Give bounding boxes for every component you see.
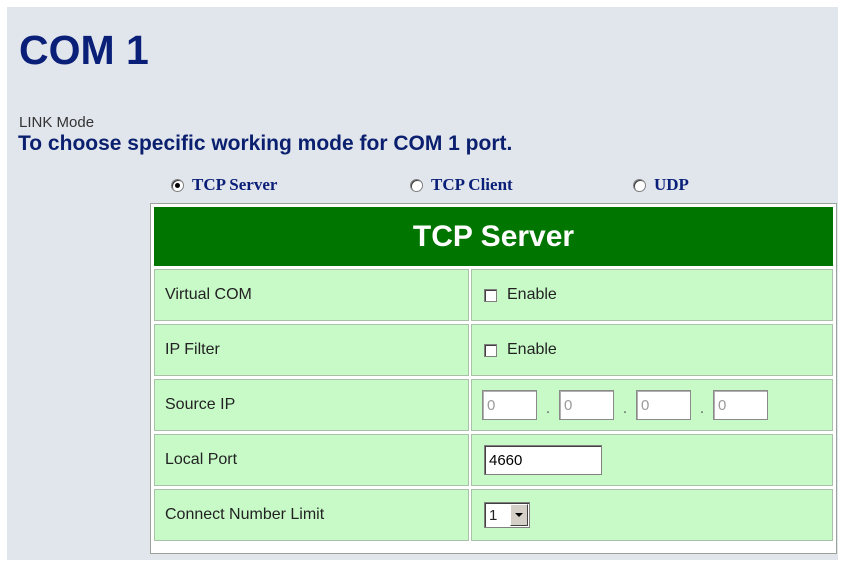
radio-tcp-client[interactable]: TCP Client	[410, 175, 513, 195]
local-port-value: 4660	[471, 434, 833, 486]
radio-button-icon[interactable]	[633, 178, 646, 192]
radio-tcp-server[interactable]: TCP Server	[171, 175, 277, 195]
source-ip-value: 0 . 0 . 0 . 0	[471, 379, 833, 431]
source-ip-label: Source IP	[154, 379, 469, 431]
source-ip-octet-3[interactable]: 0	[636, 390, 691, 420]
ip-filter-label: IP Filter	[154, 324, 469, 376]
ip-filter-enable-label: Enable	[507, 341, 557, 358]
page-title: COM 1	[19, 27, 149, 73]
ip-separator: .	[622, 400, 628, 417]
link-mode-description: To choose specific working mode for COM …	[18, 132, 513, 155]
local-port-label: Local Port	[154, 434, 469, 486]
radio-udp[interactable]: UDP	[633, 175, 689, 195]
source-ip-octet-2[interactable]: 0	[559, 390, 614, 420]
source-ip-octet-4[interactable]: 0	[713, 390, 768, 420]
radio-button-icon[interactable]	[410, 178, 423, 192]
connect-limit-label: Connect Number Limit	[154, 489, 469, 541]
ip-separator: .	[699, 400, 705, 417]
chevron-down-icon[interactable]	[510, 504, 528, 526]
tcp-server-table: TCP Server Virtual COM Enable IP Filter …	[150, 203, 837, 554]
connect-limit-selected: 1	[489, 506, 498, 524]
radio-tcp-client-label: TCP Client	[431, 175, 513, 194]
virtual-com-enable-label: Enable	[507, 286, 557, 303]
row-local-port: Local Port 4660	[154, 434, 833, 486]
radio-button-icon[interactable]	[171, 178, 184, 192]
row-ip-filter: IP Filter Enable	[154, 324, 833, 376]
radio-tcp-server-label: TCP Server	[192, 175, 278, 194]
connect-limit-value: 1	[471, 489, 833, 541]
page-panel: COM 1 LINK Mode To choose specific worki…	[7, 7, 838, 560]
row-connect-limit: Connect Number Limit 1	[154, 489, 833, 541]
virtual-com-value: Enable	[471, 269, 833, 321]
ip-filter-checkbox[interactable]	[484, 343, 497, 357]
link-mode-radio-group: TCP Server TCP Client UDP	[7, 175, 838, 199]
source-ip-octet-1[interactable]: 0	[482, 390, 537, 420]
row-virtual-com: Virtual COM Enable	[154, 269, 833, 321]
ip-separator: .	[545, 400, 551, 417]
connect-limit-select[interactable]: 1	[484, 502, 530, 528]
virtual-com-label: Virtual COM	[154, 269, 469, 321]
row-source-ip: Source IP 0 . 0 . 0 . 0	[154, 379, 833, 431]
table-header: TCP Server	[154, 207, 833, 266]
radio-udp-label: UDP	[654, 175, 689, 194]
virtual-com-checkbox[interactable]	[484, 288, 497, 302]
link-mode-label: LINK Mode	[19, 114, 95, 131]
local-port-input[interactable]: 4660	[484, 445, 602, 475]
ip-filter-value: Enable	[471, 324, 833, 376]
